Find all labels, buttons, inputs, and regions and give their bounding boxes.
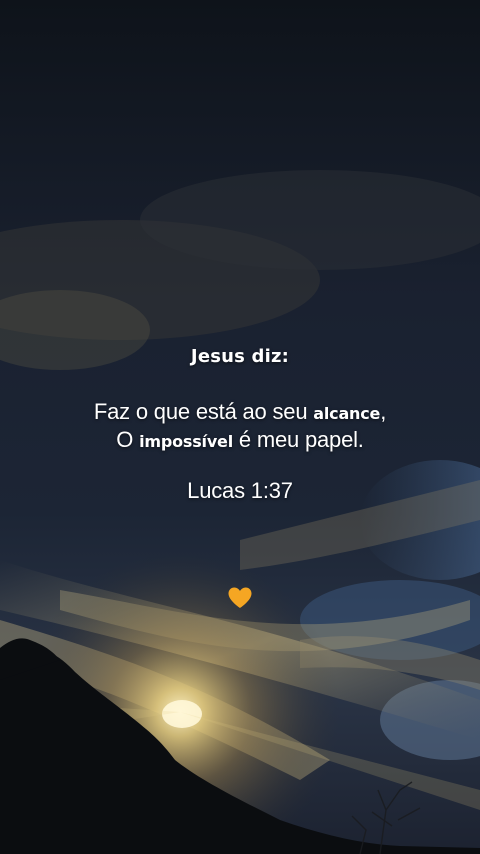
quote-emphasis-impossivel: impossível [139, 432, 233, 451]
quote-heading: Jesus diz: [190, 346, 290, 367]
orange-heart-icon [228, 587, 252, 608]
quote-line-2-text-start: O [116, 427, 140, 452]
quote-line-2: O impossível é meu papel. [0, 426, 480, 456]
background-photo: Jesus diz: Faz o que está ao seu alcance… [0, 0, 480, 854]
quote-emphasis-alcance: alcance [313, 404, 381, 423]
bible-reference: Lucas 1:37 [187, 478, 293, 503]
quote-line-1-comma: , [380, 399, 387, 424]
quote-line-2-text-end: é meu papel. [233, 427, 364, 452]
quote-line-1-text: Faz o que está ao seu [93, 399, 314, 424]
quote-line-1: Faz o que está ao seu alcance, [0, 398, 480, 428]
